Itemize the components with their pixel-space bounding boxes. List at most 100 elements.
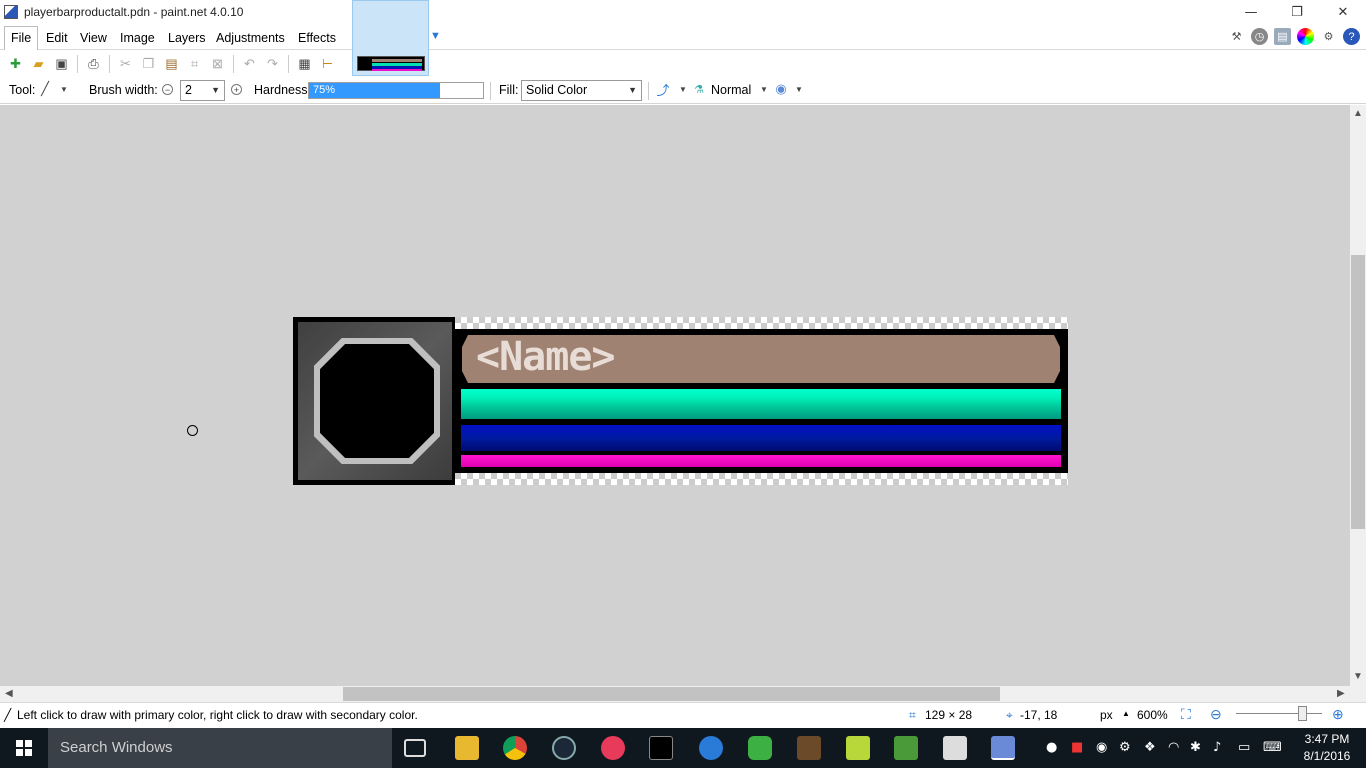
close-button[interactable]: ✕ (1320, 0, 1366, 24)
history-icon[interactable]: ◷ (1251, 28, 1268, 45)
menu-image[interactable]: Image (114, 27, 161, 49)
grid-icon[interactable]: ▦ (295, 55, 314, 74)
selection-clipping-dropdown-icon[interactable]: ▼ (792, 82, 806, 96)
command-prompt-icon[interactable] (649, 736, 673, 760)
scroll-right-icon[interactable]: ▶ (1337, 688, 1345, 699)
fill-label: Fill: (499, 83, 519, 97)
selection-clipping-icon[interactable]: ◉ (774, 81, 788, 96)
zoom-in-icon[interactable]: ⊕ (1332, 706, 1344, 723)
toolbar-separator (288, 55, 289, 73)
steam-icon[interactable] (552, 736, 576, 760)
ruler-icon[interactable]: ⊢ (318, 55, 337, 74)
steam-tray-icon[interactable]: ⚙ (1119, 740, 1131, 755)
hardness-slider[interactable]: 75% (308, 82, 484, 99)
bluetooth-icon[interactable]: ✱ (1190, 740, 1201, 755)
tools-icon[interactable]: ⚒ (1228, 28, 1245, 45)
wifi-icon[interactable]: ◠ (1168, 740, 1179, 755)
paintbrush-icon[interactable]: ╱ (38, 81, 52, 96)
chrome-icon[interactable] (503, 736, 527, 760)
scroll-left-icon[interactable]: ◀ (5, 688, 13, 699)
tab-list-dropdown-icon[interactable]: ▼ (430, 30, 442, 42)
action-center-icon[interactable]: ▭ (1238, 740, 1250, 755)
copy-icon[interactable]: ❐ (139, 55, 158, 74)
blend-mode-value[interactable]: Normal (711, 83, 751, 97)
thumbnail-preview (357, 56, 425, 71)
file-explorer-icon[interactable] (455, 736, 479, 760)
brush-width-combo[interactable]: 2 ▼ (180, 80, 225, 101)
new-image-icon[interactable]: ✚ (6, 55, 25, 74)
network-app-icon[interactable] (699, 736, 723, 760)
antialiasing-icon[interactable]: ⤴ (656, 82, 670, 98)
print-icon[interactable]: ⎙ (84, 55, 103, 74)
menu-file[interactable]: File (4, 26, 39, 50)
horizontal-scroll-thumb[interactable] (343, 687, 1000, 701)
zoom-to-window-icon[interactable]: ⛶ (1181, 706, 1191, 723)
window-controls: — ❐ ✕ (1228, 0, 1366, 24)
settings-gear-icon[interactable]: ⚙ (1320, 28, 1337, 45)
decrease-width-icon[interactable]: − (162, 84, 173, 95)
menu-effects[interactable]: Effects (292, 27, 342, 49)
chart-app-icon[interactable] (894, 736, 918, 760)
layers-icon[interactable]: ▤ (1274, 28, 1291, 45)
deselect-icon[interactable]: ⊠ (208, 55, 227, 74)
zoom-out-icon[interactable]: ⊖ (1210, 706, 1222, 723)
menu-view[interactable]: View (74, 27, 113, 49)
toolbar-separator (109, 55, 110, 73)
blend-mode-dropdown-icon[interactable]: ▼ (757, 82, 771, 96)
paintnet-taskbar-icon[interactable] (991, 736, 1015, 760)
taskbar-search[interactable]: Search Windows (48, 728, 392, 768)
toolbar-separator (490, 82, 491, 100)
blend-mode-icon[interactable]: ⚗ (692, 82, 706, 96)
document-app-icon[interactable] (943, 736, 967, 760)
system-clock[interactable]: 3:47 PM 8/1/2016 (1297, 731, 1357, 765)
paste-icon[interactable]: ▤ (162, 55, 181, 74)
hardness-label: Hardness: (254, 83, 311, 97)
tray-app-icon[interactable]: ● (1046, 740, 1057, 755)
chevron-down-icon: ▼ (628, 85, 637, 95)
antivirus-icon[interactable]: ■ (1071, 740, 1083, 755)
menu-edit[interactable]: Edit (40, 27, 74, 49)
fill-value: Solid Color (526, 83, 588, 97)
zoom-slider-thumb[interactable] (1298, 706, 1307, 721)
vertical-scroll-thumb[interactable] (1351, 255, 1365, 529)
mana-bar-blue (461, 425, 1061, 451)
undo-icon[interactable]: ↶ (240, 55, 259, 74)
colors-icon[interactable] (1297, 28, 1314, 45)
minimize-button[interactable]: — (1228, 0, 1274, 24)
increase-width-icon[interactable]: + (231, 84, 242, 95)
chevron-down-icon: ▼ (211, 85, 220, 95)
help-icon[interactable]: ? (1343, 28, 1360, 45)
menu-layers[interactable]: Layers (162, 27, 212, 49)
crop-icon[interactable]: ⌗ (185, 55, 204, 74)
toolbar-separator (77, 55, 78, 73)
units-selector[interactable]: px (1100, 708, 1113, 722)
paintnet-app-icon (4, 5, 18, 19)
scroll-down-icon[interactable]: ▼ (1353, 671, 1363, 682)
task-view-icon[interactable] (404, 739, 426, 757)
hardness-value: 75% (313, 84, 336, 96)
open-folder-icon[interactable]: ▰ (29, 55, 48, 74)
units-dropdown-icon[interactable]: ▲ (1122, 709, 1130, 718)
antialiasing-dropdown-icon[interactable]: ▼ (676, 82, 690, 96)
volume-icon[interactable]: ♪ (1213, 740, 1221, 755)
fill-combo[interactable]: Solid Color ▼ (521, 80, 642, 101)
save-icon[interactable]: ▣ (52, 55, 71, 74)
menu-adjustments[interactable]: Adjustments (210, 27, 291, 49)
redo-icon[interactable]: ↷ (263, 55, 282, 74)
zoom-slider-track[interactable] (1236, 713, 1322, 714)
image-viewer-icon[interactable] (846, 736, 870, 760)
tool-dropdown-icon[interactable]: ▼ (57, 82, 71, 96)
image-tab-thumbnail[interactable] (352, 0, 429, 76)
screen-recorder-icon[interactable] (601, 736, 625, 760)
chat-app-icon[interactable] (748, 736, 772, 760)
dropbox-icon[interactable]: ❖ (1144, 740, 1156, 755)
scroll-up-icon[interactable]: ▲ (1353, 108, 1363, 119)
zoom-level[interactable]: 600% (1137, 708, 1168, 722)
keyboard-icon[interactable]: ⌨ (1263, 740, 1282, 755)
minecraft-icon[interactable] (797, 736, 821, 760)
tray-shield-icon[interactable]: ◉ (1096, 740, 1107, 755)
paintbrush-status-icon: ╱ (4, 708, 12, 722)
restore-button[interactable]: ❐ (1274, 0, 1320, 24)
cut-icon[interactable]: ✂ (116, 55, 135, 74)
start-button[interactable] (0, 728, 48, 768)
